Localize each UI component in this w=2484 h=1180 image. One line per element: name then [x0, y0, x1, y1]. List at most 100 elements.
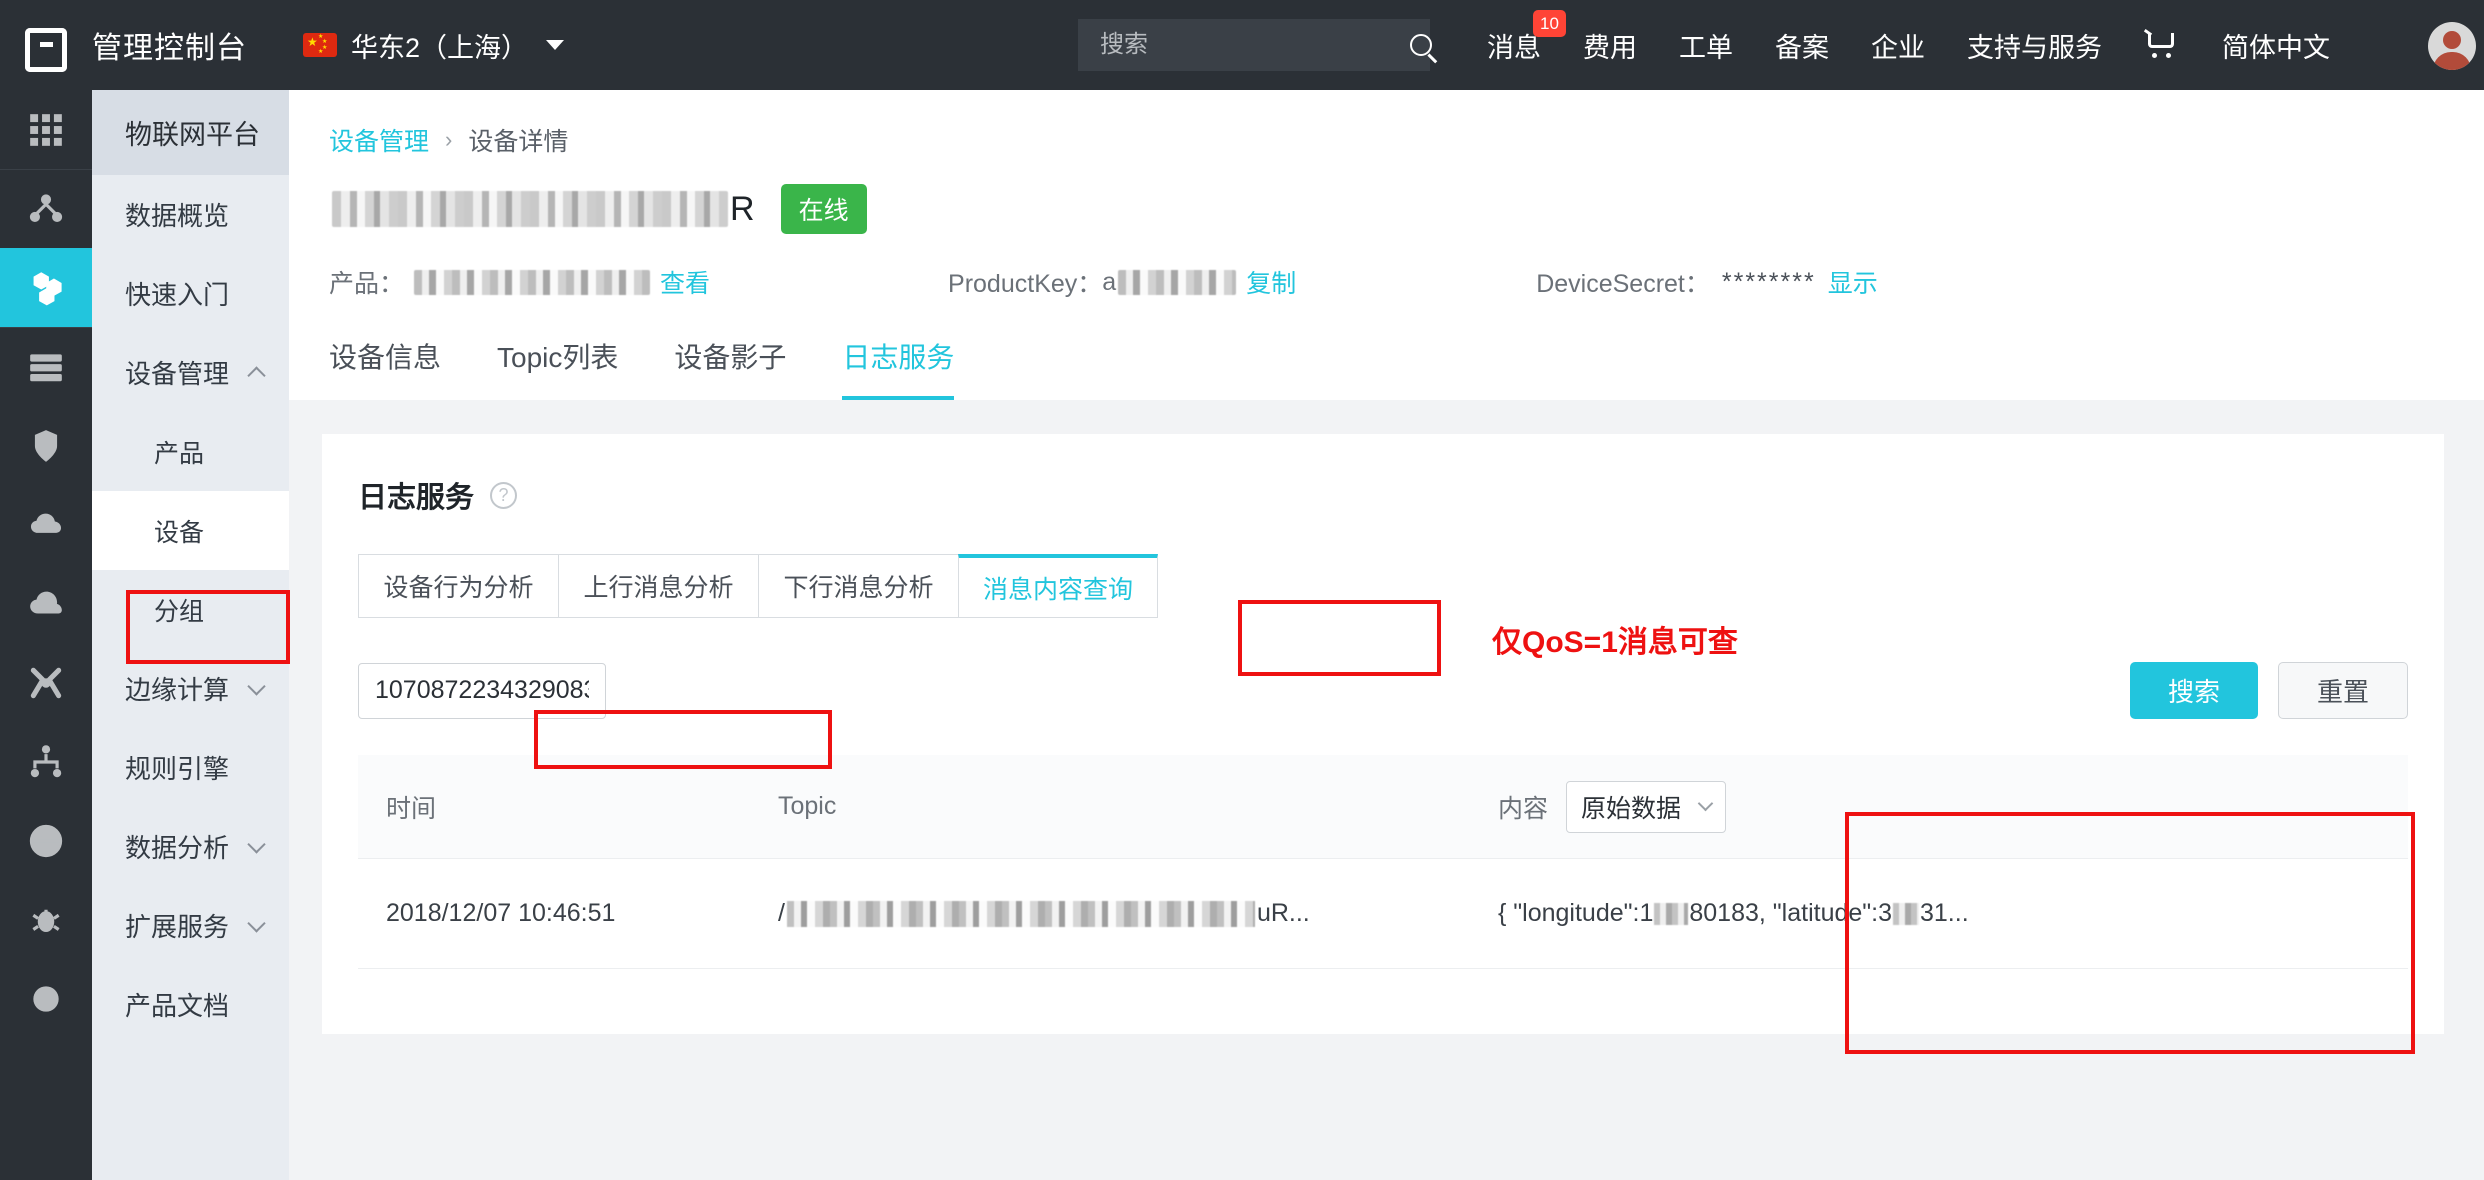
user-avatar-icon[interactable]	[2428, 22, 2476, 70]
rail-item-sitemap[interactable]	[0, 722, 92, 801]
topnav-item-icp[interactable]: 备案	[1775, 26, 1829, 65]
content-redacted-2	[1893, 903, 1919, 925]
topnav-item-billing[interactable]: 费用	[1583, 26, 1637, 65]
global-search[interactable]	[1078, 19, 1430, 71]
product-sidebar: 物联网平台 数据概览 快速入门 设备管理 产品 设备 分组 边缘计算 规则引擎 …	[92, 90, 289, 1180]
sidebar-item-data-overview[interactable]: 数据概览	[92, 175, 289, 254]
tab-log-service[interactable]: 日志服务	[842, 336, 954, 400]
device-name-redacted	[332, 191, 728, 227]
table-row[interactable]: 2018/12/07 10:46:51 /uR... { "longitude"…	[358, 859, 2408, 969]
tab-topic-list[interactable]: Topic列表	[497, 336, 618, 400]
topnav-item-enterprise[interactable]: 企业	[1871, 26, 1925, 65]
rail-item-more[interactable]	[0, 959, 92, 1038]
rail-item-apps[interactable]	[0, 90, 92, 169]
card-title-row: 日志服务 ?	[322, 474, 2444, 516]
cell-topic: /uR...	[778, 899, 1498, 928]
status-badge: 在线	[781, 184, 867, 234]
chevron-up-icon	[247, 366, 265, 384]
sidebar-item-label: 数据概览	[125, 196, 229, 233]
productkey-meta: ProductKey： a 复制	[948, 264, 1296, 300]
main-content: 设备管理 › 设备详情 R 在线 产品： 查看 ProductKey： a	[289, 90, 2484, 1180]
breadcrumb: 设备管理 › 设备详情	[289, 90, 2484, 158]
top-nav: 消息 10 费用 工单 备案 企业 支持与服务 简体中文	[1487, 0, 2372, 90]
tab-device-shadow[interactable]: 设备影子	[674, 336, 786, 400]
subtab-message-content-query[interactable]: 消息内容查询	[958, 554, 1158, 618]
column-header-topic: Topic	[778, 792, 1498, 821]
reset-button[interactable]: 重置	[2278, 662, 2408, 719]
subtab-downlink-message-analysis[interactable]: 下行消息分析	[758, 554, 958, 618]
sidebar-item-extended-services[interactable]: 扩展服务	[92, 886, 289, 965]
sidebar-item-edge-computing[interactable]: 边缘计算	[92, 649, 289, 728]
bracket-logo-icon	[25, 28, 67, 62]
topnav-item-support[interactable]: 支持与服务	[1967, 26, 2102, 65]
message-id-input[interactable]	[358, 663, 606, 719]
iot-hex-icon	[27, 269, 65, 307]
rail-item-servers[interactable]	[0, 327, 92, 406]
breadcrumb-link-device-management[interactable]: 设备管理	[329, 122, 429, 158]
rail-item-globe[interactable]	[0, 801, 92, 880]
shield-cluster-icon	[27, 427, 65, 465]
chevron-down-icon	[247, 677, 265, 695]
devicesecret-show-link[interactable]: 显示	[1828, 264, 1878, 300]
sidebar-item-rule-engine[interactable]: 规则引擎	[92, 728, 289, 807]
sidebar-item-groups[interactable]: 分组	[92, 570, 289, 649]
card-title: 日志服务	[358, 474, 474, 516]
subtab-uplink-message-analysis[interactable]: 上行消息分析	[558, 554, 758, 618]
sidebar-item-docs[interactable]: 产品文档	[92, 965, 289, 1044]
topic-redacted	[787, 901, 1255, 927]
product-name-redacted	[414, 270, 650, 295]
topnav-item-tickets[interactable]: 工单	[1679, 26, 1733, 65]
topnav-item-messages[interactable]: 消息 10	[1487, 26, 1541, 65]
search-button[interactable]: 搜索	[2130, 662, 2258, 719]
sidebar-item-device-management[interactable]: 设备管理	[92, 333, 289, 412]
search-submit-button[interactable]	[1410, 19, 1432, 71]
cloud-storage-icon	[27, 506, 65, 544]
chevron-down-icon	[1698, 796, 1714, 812]
product-meta: 产品： 查看	[329, 264, 710, 300]
sidebar-item-devices[interactable]: 设备	[92, 491, 289, 570]
query-filter-row: 搜索 重置	[358, 662, 2408, 719]
subtab-device-behavior-analysis[interactable]: 设备行为分析	[358, 554, 558, 618]
rail-item-cloud-storage[interactable]	[0, 485, 92, 564]
content-mid: 80183, "latitude":3	[1689, 899, 1892, 928]
devicesecret-label: DeviceSecret：	[1536, 264, 1710, 300]
product-view-link[interactable]: 查看	[660, 264, 710, 300]
rail-item-network[interactable]	[0, 169, 92, 248]
rail-item-bug[interactable]	[0, 880, 92, 959]
service-icon-rail	[0, 90, 92, 1180]
sidebar-item-label: 快速入门	[125, 275, 229, 312]
sidebar-item-label: 边缘计算	[125, 670, 229, 707]
cart-wheel-right	[2166, 53, 2171, 58]
search-input[interactable]	[1078, 31, 1410, 59]
content-format-select[interactable]: 原始数据	[1566, 781, 1726, 833]
flag-star-large: ★	[307, 37, 318, 47]
tab-device-info[interactable]: 设备信息	[329, 336, 441, 400]
topnav-item-language[interactable]: 简体中文	[2222, 26, 2330, 65]
sidebar-item-quick-start[interactable]: 快速入门	[92, 254, 289, 333]
network-topology-icon	[27, 190, 65, 228]
sidebar-item-label: 设备管理	[125, 354, 229, 391]
device-detail-tabs: 设备信息 Topic列表 设备影子 日志服务	[289, 300, 2484, 400]
sidebar-product-title: 物联网平台	[92, 90, 289, 175]
question-mark-icon[interactable]: ?	[490, 482, 517, 509]
china-flag-icon: ★ ★ ★ ★ ★	[303, 33, 337, 57]
breadcrumb-current: 设备详情	[468, 122, 568, 158]
productkey-copy-link[interactable]: 复制	[1246, 264, 1296, 300]
shopping-cart-icon[interactable]	[2144, 31, 2180, 59]
brand-logo[interactable]	[0, 28, 92, 62]
column-header-content: 内容 原始数据	[1498, 781, 2408, 833]
content-filter-label: 内容	[1498, 789, 1548, 825]
rail-item-cloud-monitor[interactable]	[0, 564, 92, 643]
cell-time: 2018/12/07 10:46:51	[358, 899, 778, 928]
sidebar-item-products[interactable]: 产品	[92, 412, 289, 491]
rail-item-security[interactable]	[0, 406, 92, 485]
rail-item-cross-connect[interactable]	[0, 643, 92, 722]
rail-item-iot-platform[interactable]	[0, 248, 92, 327]
sidebar-item-data-analysis[interactable]: 数据分析	[92, 807, 289, 886]
log-service-subtabs: 设备行为分析 上行消息分析 下行消息分析 消息内容查询	[358, 554, 2444, 618]
page-root: 管理控制台 ★ ★ ★ ★ ★ 华东2（上海） 消息 10 费用	[0, 0, 2484, 1180]
sidebar-item-label: 扩展服务	[125, 907, 229, 944]
region-selector[interactable]: ★ ★ ★ ★ ★ 华东2（上海）	[303, 26, 564, 65]
device-name-tail: R	[730, 190, 755, 229]
avatar-body	[2433, 52, 2471, 70]
